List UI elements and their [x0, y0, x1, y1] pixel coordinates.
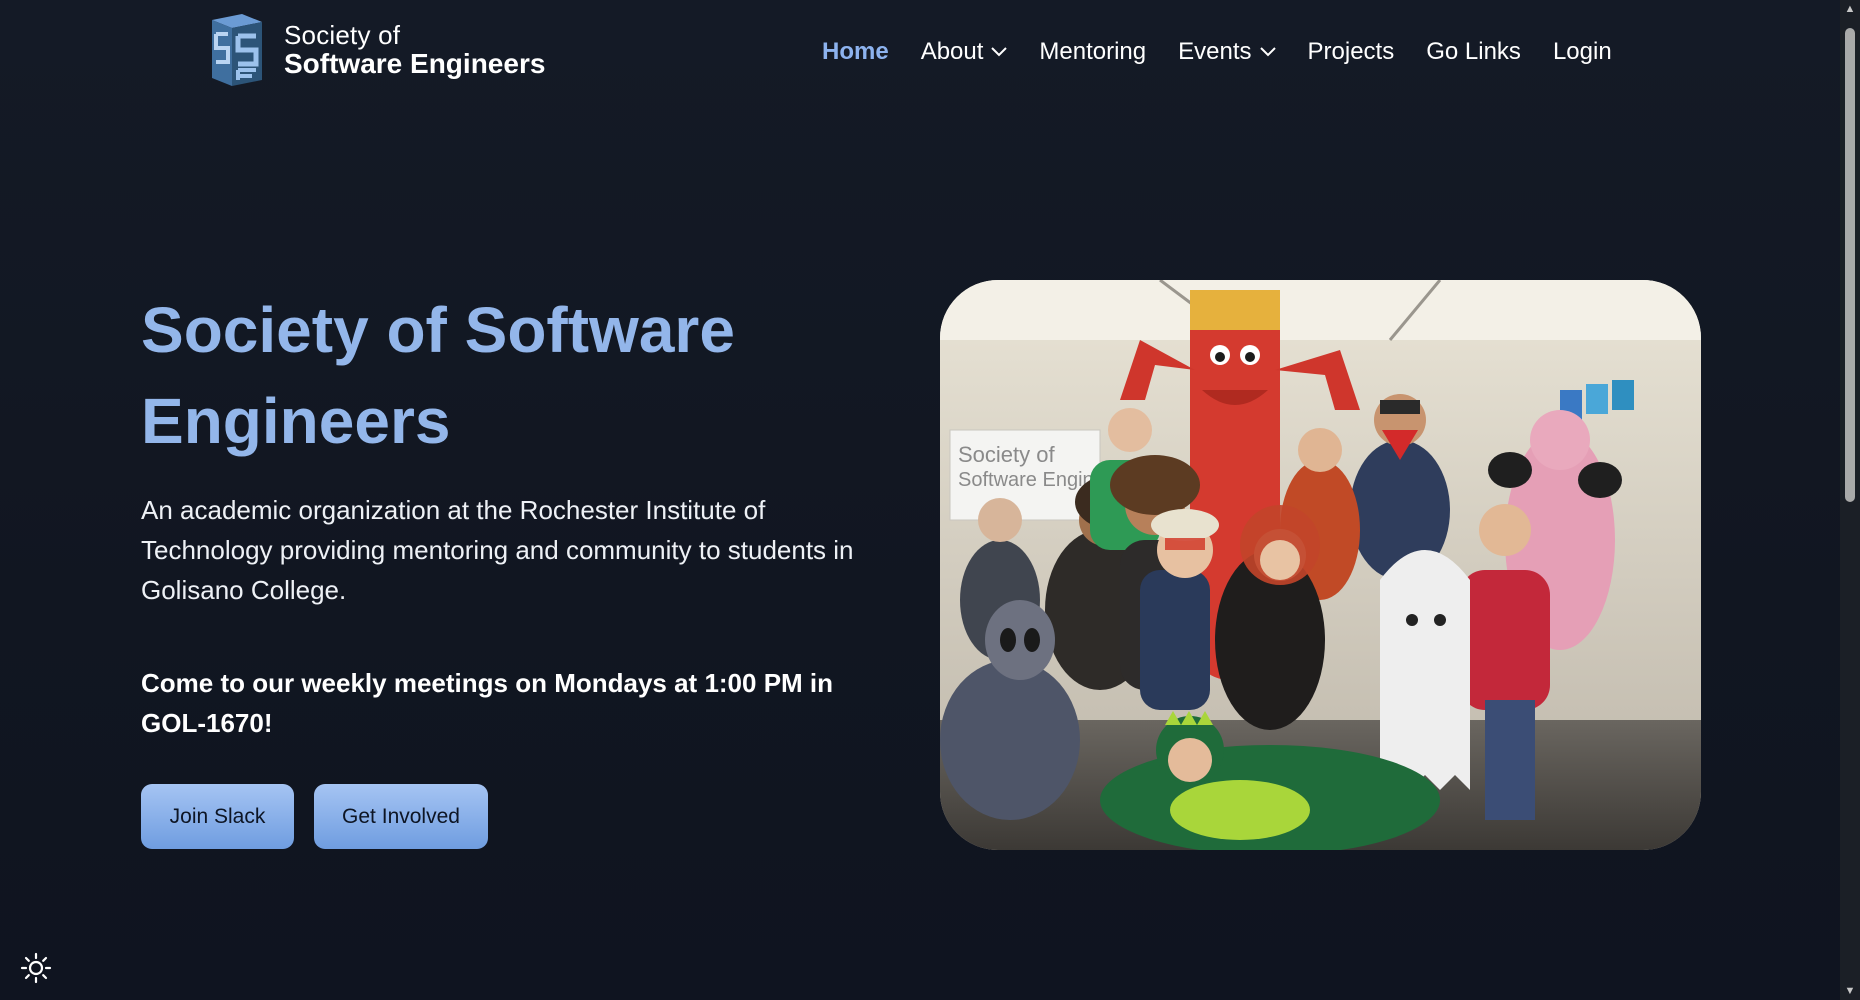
- chevron-down-icon: [991, 47, 1008, 57]
- hero-description: An academic organization at the Rocheste…: [141, 495, 854, 605]
- group-photo-image: Society of Software Engineers: [940, 280, 1701, 850]
- join-slack-button[interactable]: Join Slack: [141, 784, 294, 849]
- sun-icon: [20, 952, 52, 984]
- nav-login[interactable]: Login: [1553, 38, 1612, 66]
- nav-home-label: Home: [822, 38, 889, 65]
- main-nav: Home About Mentoring Events Projects Go …: [822, 34, 1612, 70]
- page: Society of Software Engineers Home About…: [0, 0, 1860, 1000]
- scrollbar-thumb[interactable]: [1845, 28, 1855, 502]
- chevron-down-icon: [1259, 47, 1276, 57]
- logo-line-1: Society of: [284, 20, 401, 50]
- nav-projects-label: Projects: [1307, 38, 1395, 65]
- nav-login-label: Login: [1552, 38, 1612, 65]
- scroll-up-arrow-icon[interactable]: ▲: [1843, 2, 1857, 16]
- get-involved-button[interactable]: Get Involved: [314, 784, 488, 849]
- theme-toggle-button[interactable]: [20, 952, 52, 984]
- nav-events-label: Events: [1178, 38, 1252, 65]
- meeting-info: Come to our weekly meetings on Mondays a…: [141, 668, 834, 738]
- nav-about[interactable]: About: [921, 38, 1008, 66]
- nav-events[interactable]: Events: [1178, 38, 1276, 66]
- next-section-heading: [650, 985, 1210, 1000]
- nav-go-links-label: Go Links: [1426, 38, 1521, 65]
- group-photo: Society of Software Engineers: [940, 280, 1701, 850]
- nav-mentoring-label: Mentoring: [1039, 38, 1147, 65]
- nav-projects[interactable]: Projects: [1308, 38, 1395, 66]
- nav-about-label: About: [920, 38, 984, 65]
- nav-home[interactable]: Home: [822, 38, 889, 66]
- logo-line-2: Software Engineers: [284, 48, 546, 79]
- logo-text: Society of Software Engineers: [284, 22, 545, 78]
- hero-title: Society of Software Engineers: [141, 294, 735, 457]
- site-logo[interactable]: Society of Software Engineers: [198, 12, 545, 88]
- photo-sign-text: Society of: [958, 442, 1055, 467]
- nav-go-links[interactable]: Go Links: [1426, 38, 1521, 66]
- scroll-down-arrow-icon[interactable]: ▼: [1843, 984, 1857, 998]
- page-scrollbar[interactable]: ▲ ▼: [1840, 0, 1860, 1000]
- nav-mentoring[interactable]: Mentoring: [1039, 38, 1146, 66]
- sse-logo-icon: [212, 14, 262, 86]
